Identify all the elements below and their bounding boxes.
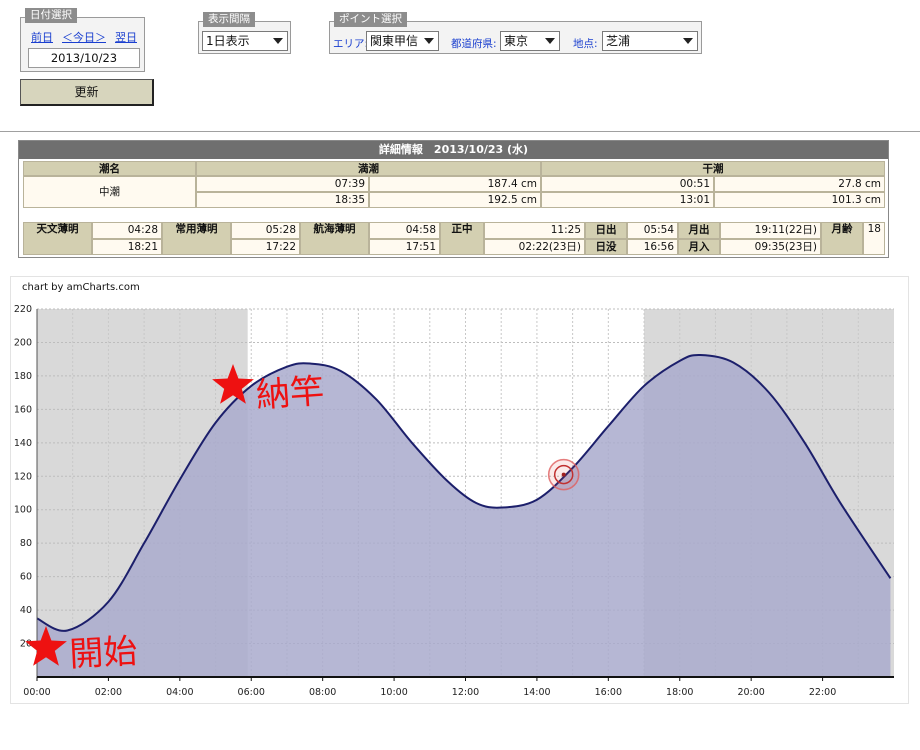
x-tick-label: 00:00 xyxy=(23,687,50,698)
marker-dot xyxy=(561,472,566,477)
x-tick-label: 16:00 xyxy=(595,687,622,698)
x-tick-label: 18:00 xyxy=(666,687,693,698)
x-tick-label: 14:00 xyxy=(523,687,550,698)
x-tick-label: 20:00 xyxy=(737,687,764,698)
end-annotation: 納竿 xyxy=(255,371,326,416)
x-tick-label: 06:00 xyxy=(238,687,265,698)
x-tick-label: 02:00 xyxy=(95,687,122,698)
y-tick-label: 140 xyxy=(14,438,32,449)
x-tick-label: 12:00 xyxy=(452,687,479,698)
x-tick-label: 10:00 xyxy=(380,687,407,698)
start-annotation: 開始 xyxy=(68,631,138,675)
y-tick-label: 160 xyxy=(14,404,32,415)
x-tick-label: 04:00 xyxy=(166,687,193,698)
y-tick-label: 60 xyxy=(20,572,32,583)
y-tick-label: 180 xyxy=(14,371,32,382)
y-tick-label: 220 xyxy=(14,304,32,315)
y-tick-label: 100 xyxy=(14,505,32,516)
x-tick-label: 22:00 xyxy=(809,687,836,698)
y-tick-label: 120 xyxy=(14,471,32,482)
y-tick-label: 200 xyxy=(14,337,32,348)
y-tick-label: 40 xyxy=(20,605,32,616)
y-tick-label: 80 xyxy=(20,538,32,549)
x-tick-label: 08:00 xyxy=(309,687,336,698)
tide-chart: 2040608010012014016018020022000:00 02:00 0… xyxy=(14,304,894,698)
